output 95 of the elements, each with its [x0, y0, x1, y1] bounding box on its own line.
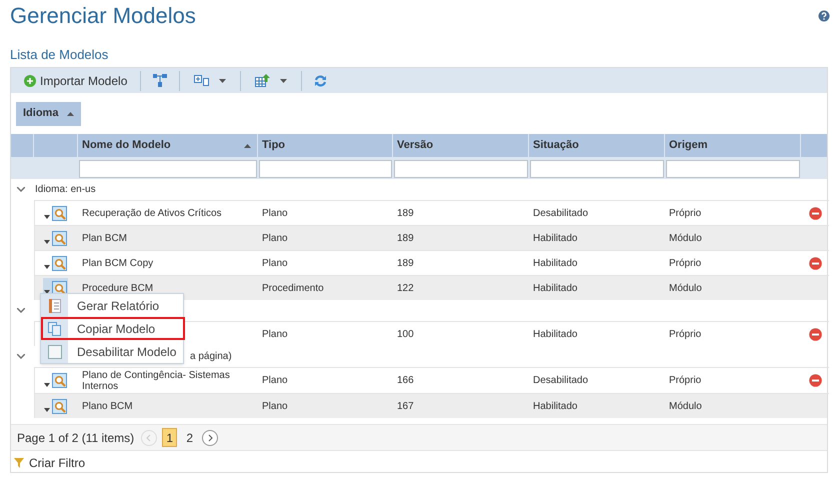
table-cell: Plano — [262, 375, 288, 386]
caret-icon — [44, 265, 50, 269]
group-label: Idioma: en-us — [35, 183, 96, 197]
row-actions-button[interactable] — [43, 230, 68, 246]
expand-icon — [194, 75, 210, 86]
caret-icon — [44, 215, 50, 219]
filter-icon — [14, 458, 24, 468]
table-cell: Habilitado — [533, 282, 578, 294]
remove-icon[interactable] — [808, 206, 822, 220]
table-row[interactable]: Plano de Contingência- Sistemas Internos Plano 166 Desabilitado Próprio — [34, 367, 827, 393]
row-actions-button[interactable] — [43, 398, 68, 414]
table-cell: Desabilitado — [533, 375, 588, 386]
next-page-icon[interactable] — [202, 430, 218, 446]
remove-icon[interactable] — [808, 256, 822, 270]
table-cell: Módulo — [669, 232, 702, 244]
hierarchy-icon[interactable] — [153, 74, 168, 87]
filter-field[interactable] — [666, 160, 800, 178]
page-title: Gerenciar Modelos — [10, 5, 196, 27]
table-cell: Módulo — [669, 400, 702, 412]
caret-icon — [44, 408, 50, 412]
caret-icon — [44, 240, 50, 244]
remove-icon[interactable] — [808, 328, 822, 340]
table-row[interactable]: Procedure BCM Procedimento 122 Habilitado Módulo — [34, 275, 827, 300]
table-cell: 122 — [397, 282, 414, 294]
row-actions-button[interactable] — [43, 373, 68, 388]
table-row[interactable]: Plano BCM Plano 167 Habilitado Módulo — [34, 393, 827, 418]
table-row[interactable]: Plan BCM Plano 189 Habilitado Módulo — [34, 225, 827, 250]
table-cell: Plano — [262, 232, 288, 244]
table-cell-text: Plano de Contingência- Sistemas Internos — [82, 370, 231, 392]
table-cell: Próprio — [669, 375, 702, 386]
preview-icon — [52, 256, 67, 270]
table-cell: Próprio — [669, 328, 702, 340]
row-actions-button[interactable] — [43, 206, 68, 220]
group-by-chip[interactable]: Idioma — [16, 102, 82, 126]
table-cell: Habilitado — [533, 232, 578, 244]
table-cell: Próprio — [669, 208, 702, 218]
refresh-icon[interactable] — [314, 74, 328, 86]
import-button[interactable]: Importar Modelo — [23, 72, 128, 90]
table-cell: Recuperação de Ativos Críticos — [82, 208, 222, 218]
pager-summary: Page 1 of 2 (11 items) — [17, 430, 134, 446]
caret-icon — [44, 382, 50, 386]
table-cell: Plano BCM — [82, 400, 133, 412]
table-cell: Desabilitado — [533, 208, 588, 218]
report-icon — [48, 298, 60, 312]
table-cell: Plano — [262, 208, 288, 218]
table-cell: 189 — [397, 258, 414, 268]
table-cell: Plano — [262, 400, 288, 412]
page-button[interactable]: 2 — [182, 428, 198, 447]
filter-field[interactable] — [530, 160, 664, 178]
preview-icon — [52, 230, 67, 246]
chevron-down-icon[interactable] — [17, 354, 25, 359]
list-title: Lista de Modelos — [10, 46, 110, 64]
table-cell: Procedimento — [262, 282, 324, 294]
sort-icon — [244, 144, 251, 148]
table-row[interactable]: Plan BCM Copy Plano 189 Habilitado Próprio — [34, 250, 827, 275]
checkbox-icon — [48, 344, 62, 358]
caret-icon — [280, 78, 288, 82]
table-cell: 189 — [397, 232, 414, 244]
copy-icon — [48, 322, 62, 336]
table-cell: Plan BCM — [82, 232, 128, 244]
export-icon — [255, 74, 270, 87]
preview-icon — [52, 373, 67, 388]
preview-icon — [52, 398, 67, 414]
sort-icon — [67, 112, 74, 116]
table-cell: 167 — [397, 400, 414, 412]
export-dropdown[interactable] — [253, 74, 290, 87]
table-cell: Habilitado — [533, 400, 578, 412]
table-cell: Procedure BCM — [82, 282, 154, 294]
filter-field[interactable] — [259, 160, 392, 178]
table-cell: Habilitado — [533, 258, 578, 268]
page-button[interactable]: 1 — [162, 428, 178, 447]
create-filter-button[interactable]: Criar Filtro — [14, 454, 85, 472]
menu-item[interactable]: Copiar Modelo — [41, 317, 185, 340]
table-cell: Plan BCM Copy — [82, 258, 154, 268]
table-cell: Módulo — [669, 282, 702, 294]
table-cell: Plano — [262, 258, 288, 268]
group-label: a página) — [190, 350, 232, 364]
remove-icon[interactable] — [808, 374, 822, 387]
table-cell: Habilitado — [533, 328, 578, 340]
filter-field[interactable] — [394, 160, 528, 178]
help-icon[interactable] — [818, 10, 830, 22]
table-cell: 189 — [397, 208, 414, 218]
table-cell: 100 — [397, 328, 414, 340]
table-cell: 166 — [397, 375, 414, 386]
expand-dropdown[interactable] — [192, 75, 228, 86]
chevron-down-icon[interactable] — [17, 308, 25, 313]
preview-icon — [52, 206, 67, 220]
row-actions-button[interactable] — [43, 256, 68, 270]
caret-icon — [219, 78, 226, 82]
filter-field[interactable] — [79, 160, 257, 178]
table-cell: Próprio — [669, 258, 702, 268]
table-cell: Plano — [262, 328, 288, 340]
add-icon — [24, 74, 36, 86]
chevron-down-icon[interactable] — [17, 187, 25, 192]
table-row[interactable]: Recuperação de Ativos Críticos Plano 189 Desabilitado Próprio — [34, 200, 827, 225]
